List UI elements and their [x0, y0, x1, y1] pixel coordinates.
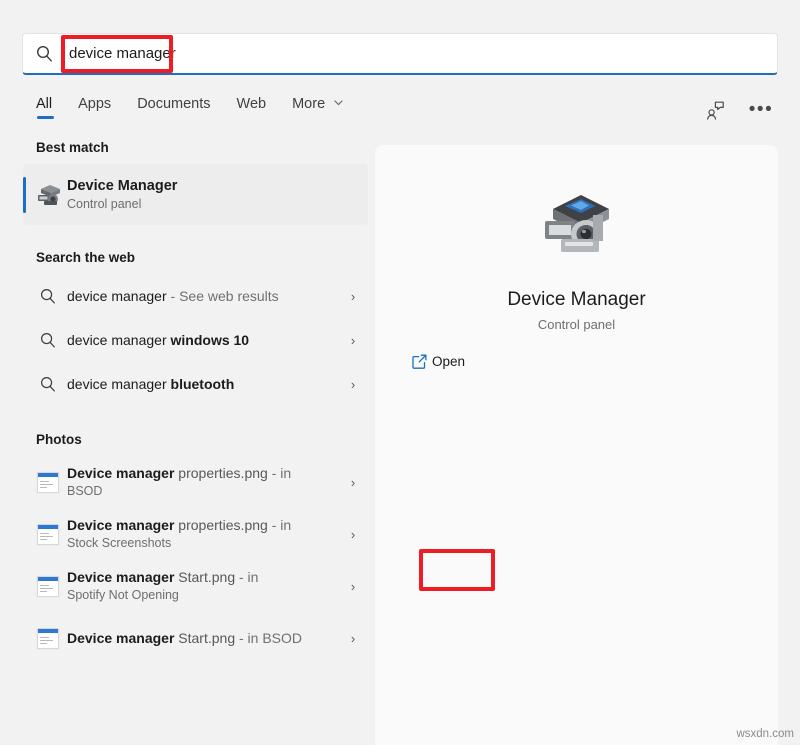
web-suggestion-row[interactable]: device manager bluetooth › [23, 362, 368, 406]
web-suggestion-completion: windows 10 [171, 332, 250, 348]
photo-thumbnail-icon [29, 576, 67, 597]
web-suggestion-query: device manager [67, 288, 167, 304]
chevron-right-icon[interactable]: › [338, 289, 368, 304]
tab-apps[interactable]: Apps [78, 96, 111, 119]
chevron-right-icon[interactable]: › [338, 377, 368, 392]
web-suggestion-query: device manager [67, 332, 171, 348]
chevron-right-icon[interactable]: › [338, 527, 368, 542]
section-title-photos: Photos [36, 432, 375, 447]
photo-result-row[interactable]: Device manager Start.png - in Spotify No… [23, 560, 368, 612]
photo-location-prefix: - in BSOD [235, 630, 302, 646]
open-label: Open [432, 354, 465, 369]
photo-name-rest: Start.png [174, 630, 235, 646]
photo-thumbnail-icon [29, 628, 67, 649]
results-pane: Best match Device Manager Control panel [0, 140, 375, 745]
tab-web[interactable]: Web [237, 96, 267, 119]
tab-more[interactable]: More [292, 96, 343, 119]
web-suggestion-row[interactable]: device manager windows 10 › [23, 318, 368, 362]
tab-strip: All Apps Documents Web More ••• [36, 96, 776, 130]
open-external-icon [406, 353, 432, 370]
photo-result-row[interactable]: Device manager Start.png - in BSOD › [23, 612, 368, 664]
preview-title: Device Manager [375, 289, 778, 311]
web-suggestion-suffix: - See web results [167, 288, 279, 304]
tab-all[interactable]: All [36, 96, 52, 119]
tab-documents-label: Documents [137, 96, 210, 112]
watermark: wsxdn.com [736, 728, 794, 740]
photo-location-prefix: - in [268, 465, 291, 481]
preview-pane: Device Manager Control panel Open [375, 145, 778, 745]
selection-accent-bar [23, 177, 26, 213]
photo-name-rest: properties.png [174, 517, 267, 533]
tab-documents[interactable]: Documents [137, 96, 210, 119]
device-manager-icon [23, 182, 67, 207]
open-button[interactable]: Open [398, 345, 476, 378]
web-suggestion-completion: bluetooth [171, 376, 235, 392]
search-icon [29, 332, 67, 348]
feedback-icon[interactable] [700, 96, 730, 124]
photo-name-match: Device manager [67, 569, 174, 585]
best-match-subtitle: Control panel [67, 196, 177, 213]
photo-result-row[interactable]: Device manager properties.png - in BSOD … [23, 456, 368, 508]
photo-name-match: Device manager [67, 630, 174, 646]
web-suggestion-query: device manager [67, 376, 171, 392]
photo-location: Stock Screenshots [67, 535, 338, 552]
chevron-right-icon[interactable]: › [338, 579, 368, 594]
chevron-right-icon[interactable]: › [338, 475, 368, 490]
photo-name-rest: Start.png [174, 569, 235, 585]
photo-thumbnail-icon [29, 524, 67, 545]
preview-actions: Open [398, 345, 528, 378]
photo-name-match: Device manager [67, 465, 174, 481]
more-options-label: ••• [749, 106, 773, 114]
section-title-best-match: Best match [36, 140, 375, 155]
photo-thumbnail-icon [29, 472, 67, 493]
tab-web-label: Web [237, 96, 267, 112]
photo-location: Spotify Not Opening [67, 587, 338, 604]
best-match-title: Device Manager [67, 177, 177, 196]
search-input[interactable] [65, 34, 777, 73]
device-manager-large-icon [531, 185, 623, 267]
photo-name-match: Device manager [67, 517, 174, 533]
photo-location-prefix: - in [235, 569, 258, 585]
search-icon [29, 288, 67, 304]
search-bar[interactable] [22, 33, 778, 75]
search-icon [29, 376, 67, 392]
photo-result-row[interactable]: Device manager properties.png - in Stock… [23, 508, 368, 560]
tab-apps-label: Apps [78, 96, 111, 112]
chevron-down-icon [334, 98, 343, 109]
more-options-icon[interactable]: ••• [746, 96, 776, 124]
photo-name-rest: properties.png [174, 465, 267, 481]
web-suggestion-row[interactable]: device manager - See web results › [23, 274, 368, 318]
search-icon [23, 45, 65, 62]
tab-more-label: More [292, 96, 325, 112]
chevron-right-icon[interactable]: › [338, 333, 368, 348]
photo-location: BSOD [67, 483, 338, 500]
open-button-annotation [419, 549, 495, 591]
header-actions: ••• [700, 96, 776, 124]
photo-location-prefix: - in [268, 517, 291, 533]
preview-subtitle: Control panel [375, 317, 778, 332]
chevron-right-icon[interactable]: › [338, 631, 368, 646]
tab-all-label: All [36, 96, 52, 112]
best-match-result-row[interactable]: Device Manager Control panel [23, 164, 368, 225]
section-title-search-the-web: Search the web [36, 250, 375, 265]
